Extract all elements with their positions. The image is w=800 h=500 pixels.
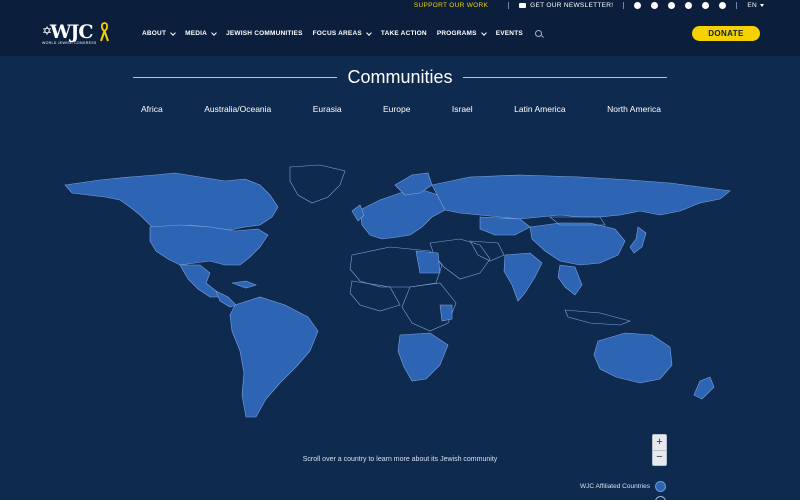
- nav-focus-areas[interactable]: FOCUS AREAS: [312, 29, 372, 37]
- language-selector[interactable]: EN: [747, 2, 764, 9]
- region-tab-europe[interactable]: Europe: [383, 104, 410, 114]
- map-region-south-america: [229, 296, 319, 418]
- nav-label: TAKE ACTION: [380, 30, 427, 37]
- legend-swatch-affiliated: [654, 481, 666, 492]
- map-region-europe: [359, 188, 446, 240]
- nav-label: FOCUS AREAS: [312, 30, 362, 37]
- nav-jewish-communities[interactable]: JEWISH COMMUNITIES: [226, 30, 303, 37]
- map-country-australia: [593, 332, 673, 384]
- region-tabs: Africa Australia/Oceania Eurasia Europe …: [133, 104, 667, 114]
- map-region-indonesia: [564, 309, 631, 326]
- map-region-central-america: [215, 290, 237, 308]
- region-tab-north-america[interactable]: North America: [607, 104, 661, 114]
- map-country-kenya: [439, 304, 453, 322]
- divider: [508, 2, 510, 9]
- map-country-kazakhstan: [479, 216, 531, 236]
- region-tab-africa[interactable]: Africa: [141, 104, 163, 114]
- chevron-down-icon: [480, 29, 487, 36]
- search-icon[interactable]: [534, 30, 542, 37]
- youtube-icon[interactable]: [634, 2, 642, 9]
- logo-text: WJC: [50, 21, 93, 43]
- linkedin-icon[interactable]: [702, 2, 710, 9]
- page-title: Communities: [347, 66, 453, 87]
- map-country-egypt: [415, 250, 441, 274]
- primary-menu: ABOUT MEDIA JEWISH COMMUNITIES FOCUS ARE…: [142, 11, 542, 56]
- map-country-russia: [431, 174, 731, 220]
- region-tab-israel[interactable]: Israel: [452, 104, 473, 114]
- zoom-in-button[interactable]: +: [653, 435, 666, 451]
- newsletter-label: GET OUR NEWSLETTER!: [530, 2, 614, 9]
- map-country-china: [529, 222, 626, 266]
- map-country-india: [503, 252, 543, 302]
- yellow-ribbon-icon: [100, 22, 109, 42]
- region-tab-latin-america[interactable]: Latin America: [514, 104, 566, 114]
- instagram-icon[interactable]: [668, 2, 676, 9]
- social-links: [634, 2, 727, 9]
- world-map[interactable]: [60, 155, 750, 425]
- facebook-icon[interactable]: [685, 2, 693, 9]
- legend-swatch-other: [655, 496, 666, 500]
- map-country-new-zealand: [693, 376, 715, 400]
- nav-label: PROGRAMS: [436, 30, 477, 37]
- divider: [133, 76, 338, 78]
- map-region-southern-africa: [397, 332, 449, 382]
- chevron-down-icon: [170, 29, 176, 36]
- support-our-work-link[interactable]: SUPPORT OUR WORK: [414, 2, 488, 9]
- region-tab-eurasia[interactable]: Eurasia: [313, 104, 342, 114]
- logo-subtitle: WORLD JEWISH CONGRESS: [42, 41, 97, 45]
- region-tab-australia-oceania[interactable]: Australia/Oceania: [204, 104, 271, 114]
- nav-label: JEWISH COMMUNITIES: [226, 30, 303, 37]
- donate-button[interactable]: DONATE: [692, 26, 760, 41]
- tiktok-icon[interactable]: [719, 2, 727, 9]
- nav-events[interactable]: EVENTS: [496, 30, 523, 37]
- nav-about[interactable]: ABOUT: [142, 29, 176, 37]
- map-country-canada: [64, 172, 279, 231]
- legend-label-affiliated: WJC Affiliated Countries: [580, 483, 650, 490]
- chevron-down-icon: [366, 29, 372, 36]
- wjc-logo[interactable]: ✡ WJC WORLD JEWISH CONGRESS: [42, 20, 112, 48]
- map-country-japan: [629, 226, 647, 254]
- nav-label: ABOUT: [142, 30, 167, 37]
- mail-icon: [519, 3, 527, 8]
- map-country-greenland: [289, 164, 346, 204]
- map-legend: WJC Affiliated Countries: [580, 481, 666, 492]
- divider: [462, 76, 667, 78]
- map-country-usa: [149, 224, 269, 266]
- map-zoom-controls: + −: [652, 434, 667, 466]
- nav-media[interactable]: MEDIA: [185, 29, 217, 37]
- zoom-out-button[interactable]: −: [653, 451, 666, 466]
- caret-down-icon: [760, 4, 764, 7]
- twitter-icon[interactable]: [651, 2, 659, 9]
- nav-programs[interactable]: PROGRAMS: [436, 29, 487, 37]
- main-nav: ✡ WJC WORLD JEWISH CONGRESS ABOUT MEDIA …: [0, 11, 800, 56]
- divider: [736, 2, 738, 9]
- nav-label: MEDIA: [185, 30, 208, 37]
- map-region-caribbean: [231, 280, 257, 289]
- nav-label: EVENTS: [495, 30, 523, 37]
- language-label: EN: [747, 2, 757, 9]
- chevron-down-icon: [211, 29, 217, 36]
- page-heading: Communities: [133, 66, 667, 88]
- nav-take-action[interactable]: TAKE ACTION: [381, 30, 427, 37]
- map-country-iran: [469, 240, 505, 262]
- utility-bar: SUPPORT OUR WORK GET OUR NEWSLETTER! EN: [0, 0, 800, 11]
- divider: [623, 2, 625, 9]
- newsletter-link[interactable]: GET OUR NEWSLETTER!: [519, 2, 613, 9]
- map-hint: Scroll over a country to learn more abou…: [302, 456, 498, 463]
- map-country-mexico: [179, 264, 223, 298]
- map-region-southeast-asia: [557, 264, 583, 296]
